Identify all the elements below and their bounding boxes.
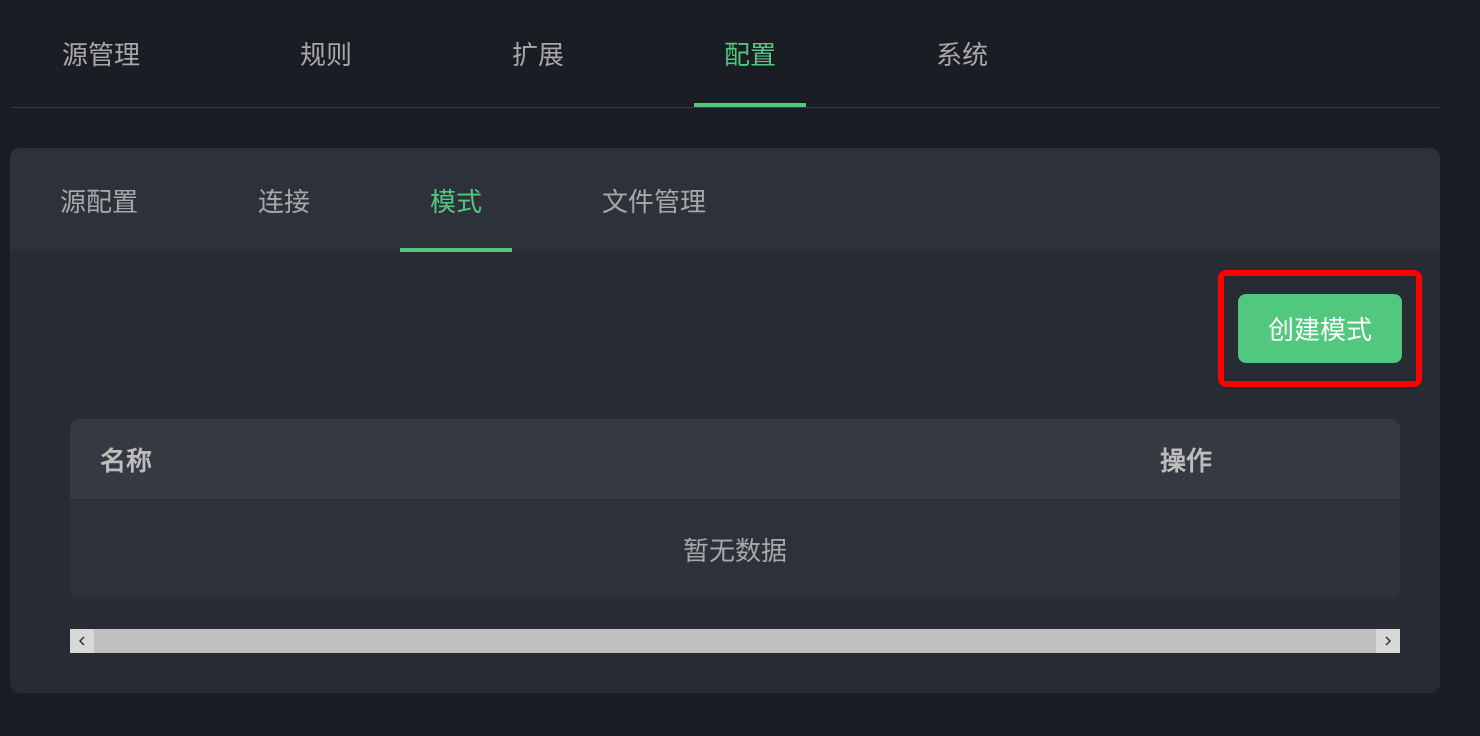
sub-tab-source-config[interactable]: 源配置 <box>30 148 168 252</box>
sub-tab-label: 源配置 <box>60 182 138 219</box>
tab-rules[interactable]: 规则 <box>270 0 382 107</box>
sub-tab-mode[interactable]: 模式 <box>400 148 512 252</box>
tab-label: 规则 <box>300 35 352 72</box>
tab-label: 扩展 <box>512 35 564 72</box>
sub-tab-label: 模式 <box>430 182 482 219</box>
sub-tabs-container: 源配置 连接 模式 文件管理 <box>10 148 1440 252</box>
horizontal-scrollbar[interactable] <box>70 629 1400 653</box>
sub-tab-file-management[interactable]: 文件管理 <box>572 148 736 252</box>
table-body: 暂无数据 <box>70 499 1400 599</box>
scroll-left-button[interactable] <box>70 629 94 653</box>
sub-tab-connection[interactable]: 连接 <box>228 148 340 252</box>
table-header-name: 名称 <box>70 441 1160 478</box>
tab-configuration[interactable]: 配置 <box>694 0 806 107</box>
create-mode-button[interactable]: 创建模式 <box>1238 294 1402 363</box>
tab-label: 系统 <box>936 35 988 72</box>
main-tabs-container: 源管理 规则 扩展 配置 系统 <box>12 0 1440 108</box>
action-bar: 创建模式 <box>10 252 1440 405</box>
tab-source-management[interactable]: 源管理 <box>32 0 170 107</box>
tab-extensions[interactable]: 扩展 <box>482 0 594 107</box>
chevron-left-icon <box>77 636 87 646</box>
empty-state-text: 暂无数据 <box>683 531 787 568</box>
tab-system[interactable]: 系统 <box>906 0 1018 107</box>
table-header: 名称 操作 <box>70 419 1400 499</box>
sub-tab-label: 文件管理 <box>602 182 706 219</box>
table-container: 名称 操作 暂无数据 <box>70 419 1400 599</box>
highlight-annotation: 创建模式 <box>1218 270 1422 387</box>
table-header-actions: 操作 <box>1160 441 1400 478</box>
scroll-right-button[interactable] <box>1376 629 1400 653</box>
tab-label: 配置 <box>724 35 776 72</box>
tab-label: 源管理 <box>62 35 140 72</box>
chevron-right-icon <box>1383 636 1393 646</box>
sub-tab-label: 连接 <box>258 182 310 219</box>
content-card: 源配置 连接 模式 文件管理 创建模式 名称 操作 暂无数据 <box>10 148 1440 693</box>
